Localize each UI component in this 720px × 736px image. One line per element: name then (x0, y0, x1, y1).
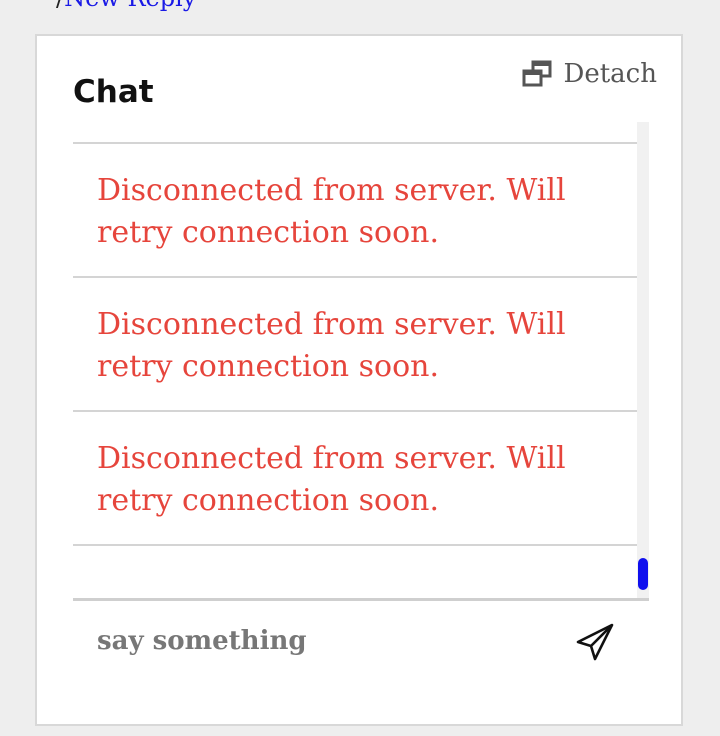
message-list: Disconnected from server. Will retry con… (73, 122, 637, 546)
breadcrumb-separator: / (56, 0, 64, 12)
chat-message: Disconnected from server. Will retry con… (73, 412, 637, 546)
new-reply-link[interactable]: New Reply (64, 0, 196, 12)
scrollbar-track[interactable] (637, 122, 649, 598)
send-button[interactable] (575, 622, 615, 662)
paper-plane-icon (575, 623, 615, 666)
detach-button[interactable]: Detach (522, 56, 658, 92)
detach-label: Detach (563, 59, 658, 89)
message-list-viewport[interactable]: Disconnected from server. Will retry con… (73, 122, 649, 598)
scrollbar-thumb[interactable] (638, 558, 648, 590)
chat-message: Disconnected from server. Will retry con… (73, 278, 637, 412)
input-divider (73, 598, 649, 601)
detach-icon (522, 60, 552, 88)
chat-panel: Chat Detach Disconnected from server. Wi… (35, 34, 683, 726)
chat-message: Disconnected from server. Will retry con… (73, 144, 637, 278)
message-input[interactable] (73, 616, 601, 666)
chat-title: Chat (73, 74, 154, 110)
breadcrumb: /New Reply (56, 0, 196, 12)
chat-message: Disconnected from server. Will retry con… (73, 122, 637, 144)
